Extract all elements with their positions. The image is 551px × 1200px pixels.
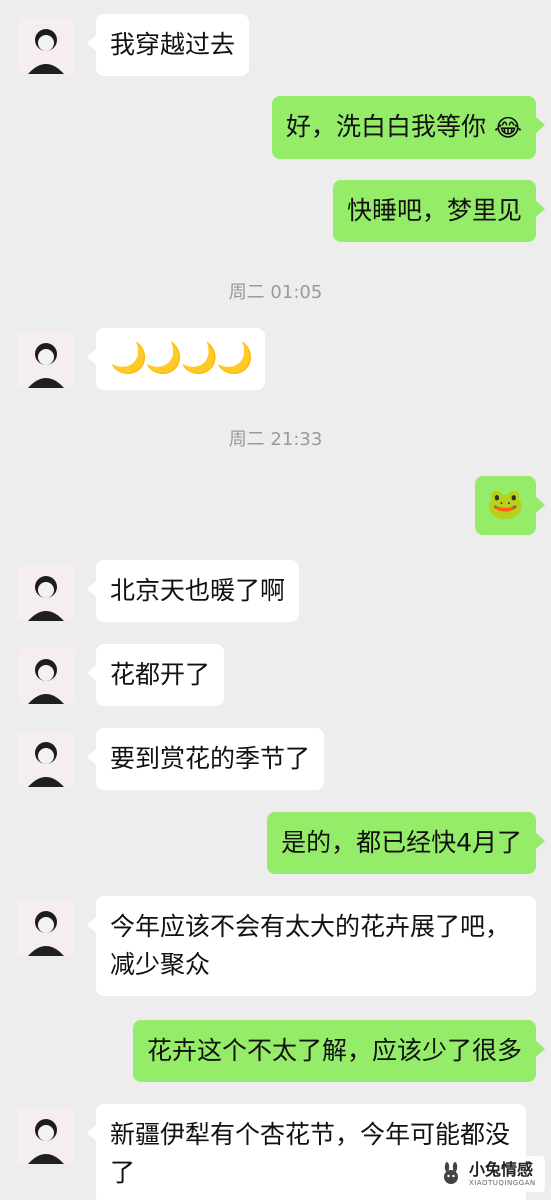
outgoing-frog-emoji-bubble[interactable]: 🐸 (474, 476, 546, 535)
avatar[interactable] (18, 18, 74, 74)
incoming-message-bubble[interactable]: 要到赏花的季节了 (86, 728, 325, 790)
timestamp: 周二 01:05 (228, 282, 323, 303)
outgoing-message-bubble[interactable]: 好，洗白白我等你 😂 (271, 96, 546, 159)
avatar[interactable] (18, 731, 74, 787)
watermark-title: 小兔情感 (469, 1160, 534, 1179)
watermark: 小兔情感 XIAOTUQINGGAN (433, 1156, 545, 1192)
incoming-message-bubble[interactable]: 我穿越过去 (86, 14, 250, 76)
laughing-emoji-icon: 😂 (493, 114, 522, 142)
outgoing-message-bubble[interactable]: 是的，都已经快4月了 (267, 812, 545, 874)
incoming-message-bubble[interactable]: 今年应该不会有太大的花卉展了吧，减少聚众 (87, 896, 536, 996)
timestamp: 周二 21:33 (228, 429, 323, 450)
watermark-subtitle: XIAOTUQINGGAN (469, 1179, 536, 1187)
outgoing-message-bubble[interactable]: 花卉这个不太了解，应该少了很多 (132, 1020, 546, 1082)
incoming-message-bubble[interactable]: 北京天也暖了啊 (86, 560, 300, 622)
avatar[interactable] (18, 1108, 74, 1164)
incoming-message-bubble[interactable]: 花都开了 (86, 644, 225, 706)
avatar[interactable] (18, 565, 74, 621)
outgoing-message-bubble[interactable]: 快睡吧，梦里见 (332, 180, 546, 242)
message-text: 好，洗白白我等你 (285, 112, 486, 141)
incoming-moon-emoji-bubble[interactable]: 🌙🌙🌙🌙 (86, 328, 266, 390)
avatar[interactable] (18, 900, 74, 956)
rabbit-logo-icon (439, 1162, 463, 1186)
avatar[interactable] (18, 648, 74, 704)
frog-icon: 🐸 (486, 487, 524, 522)
avatar[interactable] (18, 332, 74, 388)
